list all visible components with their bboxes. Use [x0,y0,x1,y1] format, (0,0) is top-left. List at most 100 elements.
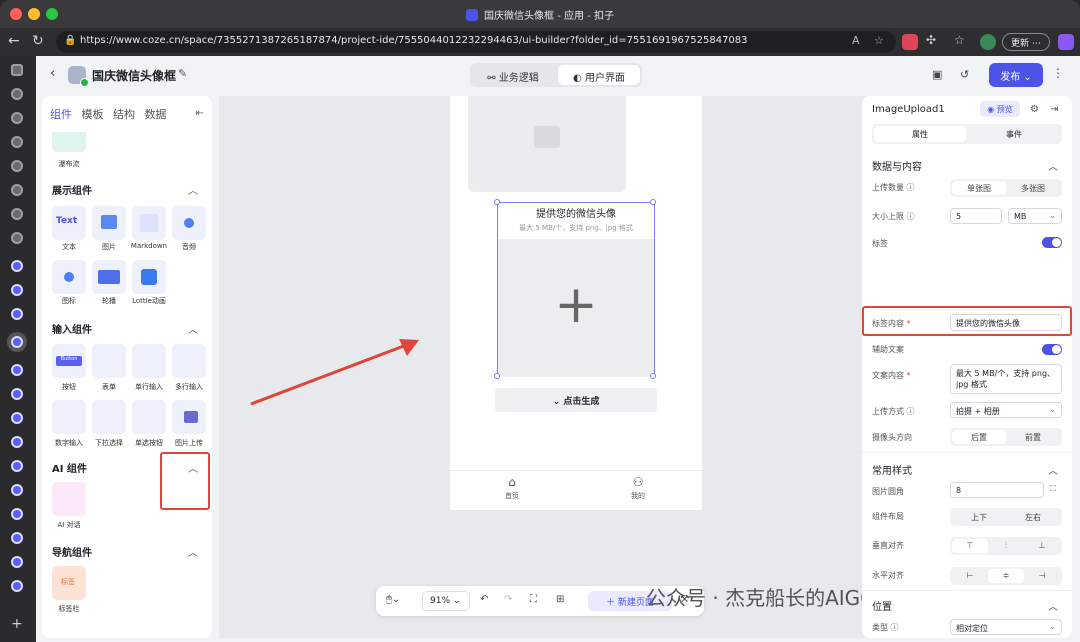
settings-icon[interactable]: ⚙ [1030,104,1039,115]
position-type-select[interactable]: 相对定位 ⌄ [950,619,1062,635]
collapse-panel-icon[interactable]: ⇤ [196,108,204,119]
coze-tab-icon[interactable] [11,260,23,272]
fit-screen-icon[interactable]: ⛶ [530,594,537,605]
tab-mine[interactable]: ⚇ 我的 [618,475,658,501]
resize-handle[interactable] [494,373,500,379]
tab-icon[interactable] [11,88,23,100]
image-upload-widget[interactable]: 提供您的微信头像 最大 5 MB/个，支持 png、jpg 格式 + [494,199,656,379]
chevron-up-icon[interactable]: ︿ [1048,598,1058,613]
more-icon[interactable]: ⋮ [1052,66,1064,80]
helper-toggle[interactable] [1042,344,1062,355]
coze-tab-icon[interactable] [11,308,23,320]
expand-corners-icon[interactable]: ⛶ [1050,484,1056,494]
text-component[interactable]: Text [52,206,86,240]
monitor-icon[interactable]: ▣ [932,68,942,81]
align-center-icon[interactable]: ≑ [988,569,1024,583]
reload-icon[interactable]: ↻ [32,33,44,49]
option-horizontal[interactable]: 左右 [1006,510,1060,524]
canvas[interactable]: 提供您的微信头像 最大 5 MB/个，支持 png、jpg 格式 + ⌄ 点击生… [219,96,892,638]
align-bottom-icon[interactable]: ⊥ [1024,539,1060,553]
image-placeholder[interactable] [468,96,626,192]
align-top-icon[interactable]: ⊤ [952,539,988,553]
new-tab-icon[interactable]: + [11,616,23,632]
section-navigation[interactable]: 导航组件 ︿ [52,544,202,559]
tab-icon[interactable] [11,160,23,172]
back-arrow-icon[interactable]: ‹ [50,66,55,81]
history-icon[interactable]: ↺ [960,68,969,81]
coze-tab-icon[interactable] [11,364,23,376]
chevron-up-icon[interactable]: ︿ [188,321,198,336]
reader-icon[interactable]: A [852,34,860,47]
mouse-icon[interactable]: 🖱︎⌄ [386,594,400,605]
back-icon[interactable]: ← [8,33,20,49]
update-button[interactable]: 更新 ⋯ [1002,33,1050,51]
align-middle-icon[interactable]: ⫶ [988,539,1024,553]
markdown-component[interactable] [132,206,166,240]
radio-component[interactable] [132,400,166,434]
option-vertical[interactable]: 上下 [952,510,1006,524]
grid-icon[interactable]: ⊞ [556,594,564,605]
coze-tab-icon[interactable] [11,284,23,296]
image-component[interactable] [92,206,126,240]
number-input-component[interactable] [52,400,86,434]
publish-button[interactable]: 发布 ⌄ [989,63,1043,87]
tab-data[interactable]: 数据 [145,108,167,121]
coze-tab-icon[interactable] [11,388,23,400]
waterfall-component[interactable] [52,132,86,152]
extension-icon[interactable] [902,34,918,50]
panel-toggle-icon[interactable]: ⇥ [1050,104,1058,115]
multi-line-input-component[interactable] [172,344,206,378]
tab-attributes[interactable]: 属性 [874,126,966,142]
tab-user-interface[interactable]: ◐ 用户界面 [558,65,640,85]
section-input[interactable]: 输入组件 ︿ [52,321,202,336]
coze-tab-icon[interactable] [11,484,23,496]
coze-tab-icon[interactable] [11,436,23,448]
section-display[interactable]: 展示组件 ︿ [52,182,202,197]
form-component[interactable] [92,344,126,378]
zoom-select[interactable]: 91% ⌄ [422,591,470,611]
profile-icon[interactable] [980,34,996,50]
tab-icon[interactable] [11,112,23,124]
coze-tab-icon[interactable] [11,412,23,424]
coze-tab-icon[interactable] [11,580,23,592]
ai-chat-component[interactable] [52,482,86,516]
chevron-up-icon[interactable]: ︿ [1048,158,1058,173]
size-unit-select[interactable]: MB ⌄ [1008,208,1062,224]
address-bar[interactable]: 🔒 https://www.coze.cn/space/735527138726… [56,31,896,53]
copilot-icon[interactable] [1058,34,1074,50]
option-front[interactable]: 前置 [1006,430,1060,444]
lottie-component[interactable] [132,260,166,294]
button-component[interactable]: Button [52,344,86,378]
tab-templates[interactable]: 模板 [82,108,104,121]
resize-handle[interactable] [650,373,656,379]
tab-business-logic[interactable]: ⚯ 业务逻辑 [472,65,554,85]
chevron-up-icon[interactable]: ︿ [188,460,198,475]
puzzle-icon[interactable]: ✣ [926,33,936,47]
tab-icon[interactable] [11,208,23,220]
option-multiple[interactable]: 多张图 [1006,181,1060,195]
coze-tab-icon[interactable] [11,556,23,568]
dropdown-component[interactable] [92,400,126,434]
upload-dropzone[interactable]: + [498,239,654,377]
tab-icon[interactable] [11,184,23,196]
carousel-component[interactable] [92,260,126,294]
chevron-up-icon[interactable]: ︿ [1048,462,1058,477]
coze-tab-icon[interactable] [11,508,23,520]
tag-content-input[interactable]: 提供您的微信头像 [950,314,1062,331]
section-position[interactable]: 位置 ︿ [872,598,1062,613]
size-limit-input[interactable]: 5 [950,208,1002,224]
upload-method-select[interactable]: 拍摄 + 相册 ⌄ [950,402,1062,418]
single-line-input-component[interactable] [132,344,166,378]
audio-component[interactable] [172,206,206,240]
redo-icon[interactable]: ↷ [504,594,512,605]
option-single[interactable]: 单张图 [952,181,1006,195]
undo-icon[interactable]: ↶ [480,594,488,605]
helper-content-input[interactable]: 最大 5 MB/个，支持 png、jpg 格式 [950,364,1062,394]
coze-tab-icon-active[interactable] [11,336,23,348]
icon-component[interactable] [52,260,86,294]
section-data-content[interactable]: 数据与内容 ︿ [872,158,1062,173]
coze-tab-icon[interactable] [11,460,23,472]
tag-toggle[interactable] [1042,237,1062,248]
align-left-icon[interactable]: ⊢ [952,569,988,583]
tab-icon[interactable] [11,136,23,148]
